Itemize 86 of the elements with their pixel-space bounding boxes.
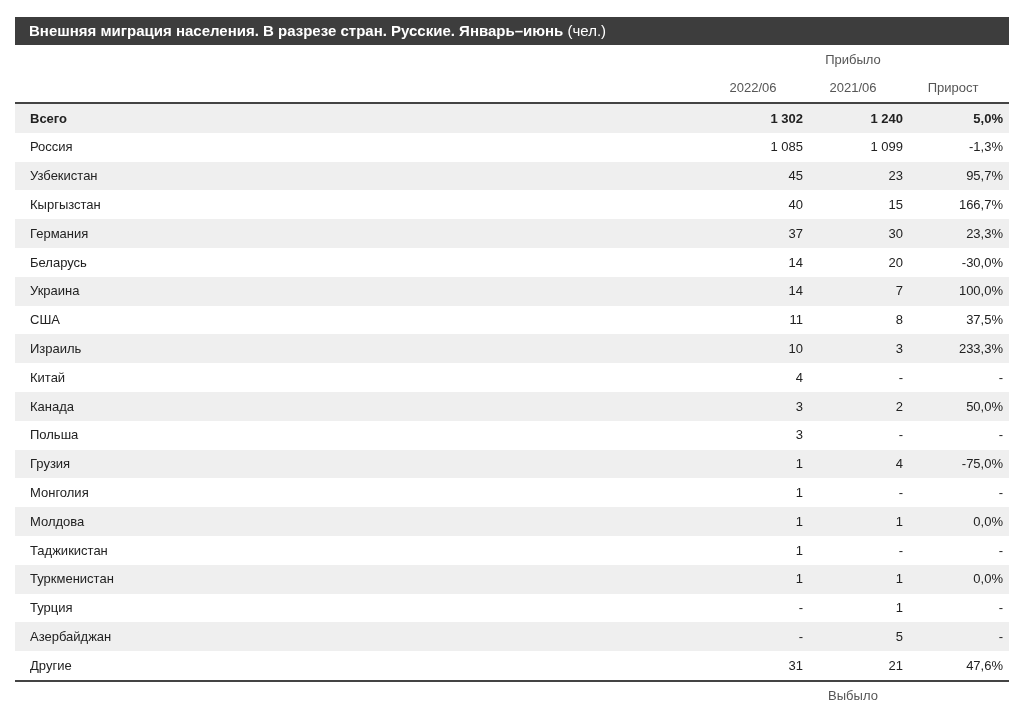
value-cell-text: -75,0% xyxy=(960,455,1003,474)
country-cell-text: Китай xyxy=(29,368,67,387)
value-cell-text: - xyxy=(897,426,903,445)
country-cell-text: Германия xyxy=(29,224,90,243)
country-cell-text: Узбекистан xyxy=(29,167,99,186)
column-header: 2022/06 xyxy=(728,79,778,98)
column-group-header: Выбыло xyxy=(827,687,879,706)
value-cell-text: -30,0% xyxy=(960,253,1003,272)
value-cell-text: 23 xyxy=(887,167,903,186)
value-cell-text: - xyxy=(997,599,1003,618)
value-cell-text: 47,6% xyxy=(965,656,1003,675)
value-cell-text: 0,0% xyxy=(972,512,1003,531)
value-cell-text: 1 xyxy=(894,570,903,589)
value-cell-text: - xyxy=(997,484,1003,502)
value-cell-text: 1 xyxy=(894,599,903,618)
value-cell-text: - xyxy=(797,628,803,646)
value-cell-text: 1 240 xyxy=(869,109,903,128)
value-cell-text: 37,5% xyxy=(965,311,1003,330)
value-cell-text: 30 xyxy=(887,224,903,243)
value-cell-text: 40 xyxy=(787,196,803,215)
value-cell-text: 3 xyxy=(794,426,803,445)
value-cell-text: 7 xyxy=(894,282,903,301)
value-cell-text: 15 xyxy=(887,196,903,215)
value-cell-text: 95,7% xyxy=(965,167,1003,186)
country-cell-text: Монголия xyxy=(29,484,90,502)
table-title: Внешняя миграция населения. В разрезе стран. Русские. Январь–июнь (чел.) xyxy=(15,17,1009,45)
value-cell-text: 2 xyxy=(894,397,903,416)
country-cell-text: Азербайджан xyxy=(29,628,113,646)
value-cell-text: 5 xyxy=(894,628,903,646)
value-cell-text: 5,0% xyxy=(972,109,1003,128)
value-cell-text: 20 xyxy=(887,253,903,272)
country-cell-text: Канада xyxy=(29,397,76,416)
value-cell-text: 31 xyxy=(787,656,803,675)
country-cell-text: Россия xyxy=(29,138,74,157)
value-cell-text: 8 xyxy=(894,311,903,330)
value-cell-text: 1 xyxy=(794,484,803,502)
value-cell-text: 0,0% xyxy=(972,570,1003,589)
country-cell-text: Украина xyxy=(29,282,81,301)
value-cell-text: 4 xyxy=(794,368,803,387)
country-cell-text: Туркменистан xyxy=(29,570,115,589)
value-cell-text: 37 xyxy=(787,224,803,243)
value-cell-text: 14 xyxy=(787,253,803,272)
country-cell-text: Грузия xyxy=(29,455,72,474)
column-group-header: Прибыло xyxy=(824,50,882,69)
country-cell-text: Турция xyxy=(29,599,74,618)
value-cell-text: - xyxy=(897,541,903,560)
value-cell-text: 23,3% xyxy=(965,224,1003,243)
value-cell-text: 1 085 xyxy=(769,138,803,157)
value-cell-text: - xyxy=(897,484,903,502)
value-cell-text: - xyxy=(797,599,803,618)
value-cell-text: 3 xyxy=(794,397,803,416)
country-cell-text: Таджикистан xyxy=(29,541,109,560)
value-cell-text: - xyxy=(997,368,1003,387)
country-cell-text: Беларусь xyxy=(29,253,88,272)
value-cell-text: - xyxy=(997,426,1003,445)
value-cell-text: 1 xyxy=(794,570,803,589)
value-cell-text: 14 xyxy=(787,282,803,301)
country-cell-text: Израиль xyxy=(29,340,83,358)
country-cell-text: Польша xyxy=(29,426,80,445)
value-cell-text: 1 xyxy=(794,455,803,474)
value-cell-text: 45 xyxy=(787,167,803,186)
value-cell-text: 100,0% xyxy=(957,282,1003,301)
value-cell-text: 1 xyxy=(794,512,803,531)
value-cell-text: - xyxy=(997,628,1003,646)
value-cell-text: 11 xyxy=(788,311,803,330)
value-cell-text: 4 xyxy=(894,455,903,474)
value-cell-text: - xyxy=(897,368,903,387)
value-cell-text: 21 xyxy=(887,656,903,675)
country-cell-text: Другие xyxy=(29,656,73,675)
value-cell-text: 1 xyxy=(894,512,903,531)
value-cell-text: 1 xyxy=(794,541,803,560)
value-cell-text: 50,0% xyxy=(965,397,1003,416)
column-header: 2021/06 xyxy=(828,79,878,98)
value-cell-text: 10 xyxy=(787,340,803,358)
value-cell-text: -1,3% xyxy=(968,138,1003,157)
country-cell-text: Молдова xyxy=(29,512,86,531)
country-cell-text: Всего xyxy=(29,109,69,128)
value-cell-text: 3 xyxy=(894,340,903,358)
value-cell-text: 1 099 xyxy=(869,138,903,157)
value-cell-text: 1 302 xyxy=(769,109,803,128)
value-cell-text: 233,3% xyxy=(957,340,1003,358)
country-cell-text: США xyxy=(29,311,61,330)
column-header: Прирост xyxy=(926,79,980,98)
value-cell-text: 166,7% xyxy=(957,196,1003,215)
country-cell-text: Кыргызстан xyxy=(29,196,102,215)
value-cell-text: - xyxy=(997,541,1003,560)
